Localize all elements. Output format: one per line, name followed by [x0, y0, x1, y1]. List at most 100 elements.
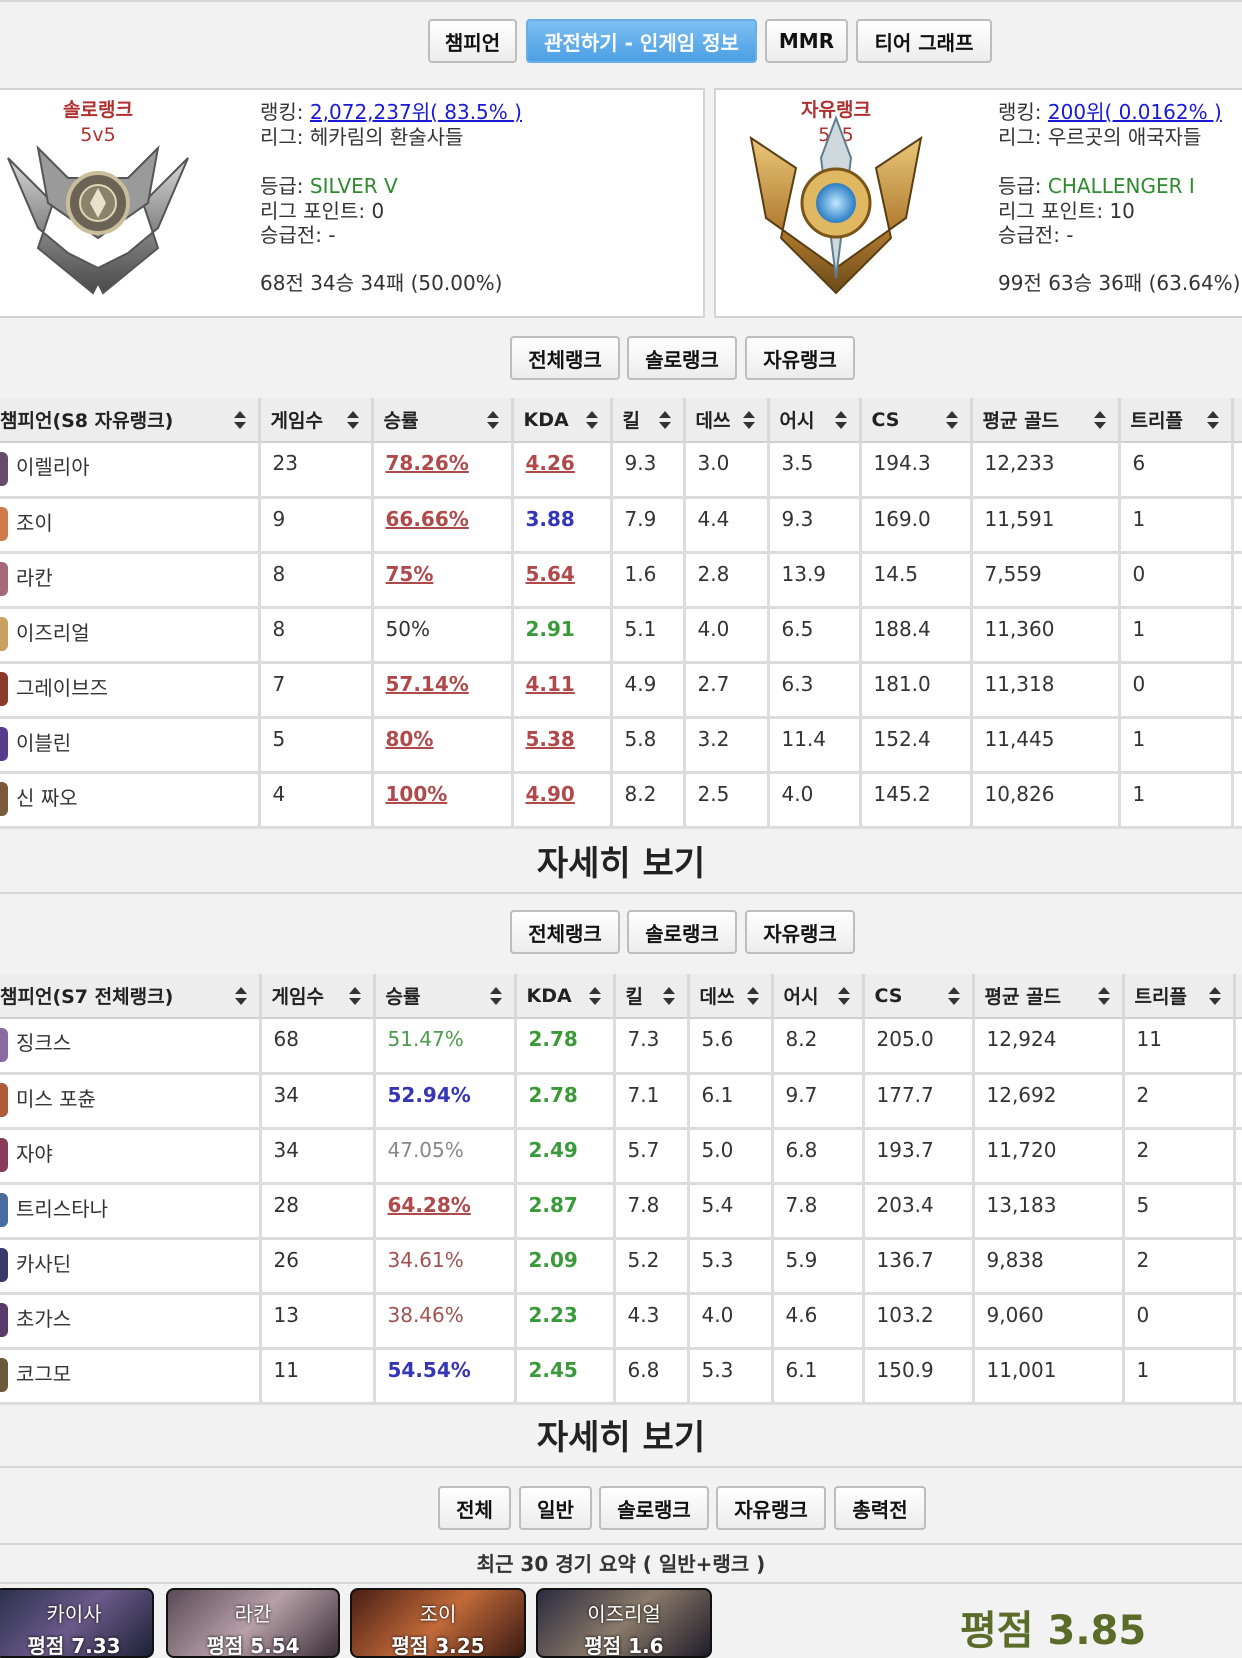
- tab-tier-graph[interactable]: 티어 그래프: [856, 19, 992, 63]
- tab-mmr[interactable]: MMR: [765, 19, 848, 63]
- column-header[interactable]: 게임수: [260, 974, 376, 1019]
- queue-tab-flex-2[interactable]: 자유랭크: [745, 910, 855, 954]
- champion-cell[interactable]: 자야: [0, 1128, 262, 1185]
- champion-cell[interactable]: 카사딘: [0, 1238, 262, 1295]
- column-header[interactable]: 챔피언(S7 전체랭크): [0, 974, 262, 1019]
- sort-icon[interactable]: [1208, 987, 1221, 1005]
- cell-kda[interactable]: 4.90: [526, 782, 575, 806]
- more-link-1[interactable]: 자세히 보기: [0, 836, 1242, 885]
- table-row[interactable]: 라칸 8 75% 5.64 1.6 2.8 13.9 14.5 7,559 0: [0, 552, 1242, 609]
- solo-ranking-link[interactable]: 2,072,237위: [310, 100, 430, 124]
- sort-icon[interactable]: [346, 411, 359, 429]
- flex-ranking-link[interactable]: 200위: [1048, 100, 1105, 124]
- cell-kda[interactable]: 4.11: [526, 672, 575, 696]
- game-tab-all[interactable]: 전체: [438, 1486, 511, 1530]
- sort-icon[interactable]: [1206, 411, 1219, 429]
- table-row[interactable]: 그레이브즈 7 57.14% 4.11 4.9 2.7 6.3 181.0 11,318 0: [0, 662, 1242, 719]
- sort-icon[interactable]: [588, 987, 601, 1005]
- champion-cell[interactable]: 이블린: [0, 717, 261, 774]
- table-row[interactable]: 조이 9 66.66% 3.88 7.9 4.4 9.3 169.0 11,591 1: [0, 497, 1242, 554]
- cell-kda[interactable]: 5.38: [526, 727, 575, 751]
- column-header[interactable]: 킬: [614, 974, 690, 1019]
- cell-wr[interactable]: 75%: [386, 562, 434, 586]
- sort-icon[interactable]: [945, 411, 958, 429]
- flex-ranking-pct[interactable]: ( 0.0162% ): [1104, 100, 1221, 124]
- champion-cell[interactable]: 신 짜오: [0, 772, 261, 829]
- sort-icon[interactable]: [742, 411, 755, 429]
- sort-icon[interactable]: [348, 987, 361, 1005]
- cell-wr[interactable]: 80%: [386, 727, 434, 751]
- solo-ranking-pct[interactable]: ( 83.5% ): [430, 100, 522, 124]
- column-header[interactable]: 승률: [374, 974, 517, 1019]
- queue-tab-all-2[interactable]: 전체랭크: [510, 910, 620, 954]
- table-row[interactable]: 신 짜오 4 100% 4.90 8.2 2.5 4.0 145.2 10,826 1: [0, 772, 1242, 829]
- game-tab-normal[interactable]: 일반: [519, 1486, 592, 1530]
- sort-icon[interactable]: [585, 411, 598, 429]
- sort-icon[interactable]: [837, 987, 850, 1005]
- champion-cell[interactable]: 이렐리아: [0, 442, 261, 499]
- champion-cell[interactable]: 코그모: [0, 1348, 262, 1405]
- sort-icon[interactable]: [489, 987, 502, 1005]
- table-row[interactable]: 이렐리아 23 78.26% 4.26 9.3 3.0 3.5 194.3 12,233 6: [0, 442, 1242, 499]
- table-row[interactable]: 코그모 11 54.54% 2.45 6.8 5.3 6.1 150.9 11,001 1: [0, 1348, 1242, 1405]
- table-row[interactable]: 징크스 68 51.47% 2.78 7.3 5.6 8.2 205.0 12,924 11: [0, 1018, 1242, 1075]
- table-row[interactable]: 초가스 13 38.46% 2.23 4.3 4.0 4.6 103.2 9,060 0: [0, 1293, 1242, 1350]
- more-link-2[interactable]: 자세히 보기: [0, 1410, 1242, 1459]
- sort-icon[interactable]: [662, 987, 675, 1005]
- cell-kda[interactable]: 5.64: [526, 562, 575, 586]
- column-header[interactable]: 킬: [611, 398, 686, 443]
- queue-tab-solo-2[interactable]: 솔로랭크: [627, 910, 737, 954]
- cell-wr[interactable]: 78.26%: [386, 451, 469, 475]
- game-tab-aram[interactable]: 총력전: [834, 1486, 926, 1530]
- champion-cell[interactable]: 초가스: [0, 1293, 262, 1350]
- cell-kda[interactable]: 4.26: [526, 451, 575, 475]
- column-header[interactable]: 데쓰: [684, 398, 770, 443]
- recent-champ-card[interactable]: 라칸 평점 5.54: [166, 1588, 340, 1658]
- recent-champ-card[interactable]: 조이 평점 3.25: [350, 1588, 526, 1658]
- table-row[interactable]: 이블린 5 80% 5.38 5.8 3.2 11.4 152.4 11,445 1: [0, 717, 1242, 774]
- table-row[interactable]: 자야 34 47.05% 2.49 5.7 5.0 6.8 193.7 11,720 2: [0, 1128, 1242, 1185]
- sort-icon[interactable]: [746, 987, 759, 1005]
- cell-wr[interactable]: 64.28%: [388, 1193, 471, 1217]
- column-header[interactable]: 평균 골드: [971, 398, 1121, 443]
- cell-wr[interactable]: 57.14%: [386, 672, 469, 696]
- game-tab-flex[interactable]: 자유랭크: [716, 1486, 826, 1530]
- queue-tab-solo-1[interactable]: 솔로랭크: [627, 336, 737, 380]
- champion-cell[interactable]: 라칸: [0, 552, 261, 609]
- sort-icon[interactable]: [234, 987, 247, 1005]
- table-row[interactable]: 트리스타나 28 64.28% 2.87 7.8 5.4 7.8 203.4 13,183 5: [0, 1183, 1242, 1240]
- sort-icon[interactable]: [834, 411, 847, 429]
- column-header[interactable]: 평균 골드: [973, 974, 1125, 1019]
- column-header[interactable]: 어시: [768, 398, 862, 443]
- sort-icon[interactable]: [1097, 987, 1110, 1005]
- cell-wr[interactable]: 66.66%: [386, 507, 469, 531]
- sort-icon[interactable]: [233, 411, 246, 429]
- sort-icon[interactable]: [1093, 411, 1106, 429]
- table-row[interactable]: 이즈리얼 8 50% 2.91 5.1 4.0 6.5 188.4 11,360 1: [0, 607, 1242, 664]
- table-row[interactable]: 카사딘 26 34.61% 2.09 5.2 5.3 5.9 136.7 9,838 2: [0, 1238, 1242, 1295]
- column-header[interactable]: 챔피언(S8 자유랭크): [0, 398, 261, 443]
- queue-tab-flex-1[interactable]: 자유랭크: [745, 336, 855, 380]
- column-header[interactable]: 데쓰: [688, 974, 774, 1019]
- column-header[interactable]: KDA: [512, 398, 613, 443]
- column-header[interactable]: 게임수: [259, 398, 374, 443]
- game-tab-solo[interactable]: 솔로랭크: [599, 1486, 709, 1530]
- column-header[interactable]: 트리플: [1119, 398, 1234, 443]
- champion-cell[interactable]: 미스 포츈: [0, 1073, 262, 1130]
- recent-champ-card[interactable]: 카이사 평점 7.33: [0, 1588, 154, 1658]
- column-header[interactable]: 트리플: [1123, 974, 1236, 1019]
- column-header[interactable]: CS: [863, 974, 975, 1019]
- champion-cell[interactable]: 트리스타나: [0, 1183, 262, 1240]
- champion-cell[interactable]: 그레이브즈: [0, 662, 261, 719]
- table-row[interactable]: 미스 포츈 34 52.94% 2.78 7.1 6.1 9.7 177.7 12,692 2: [0, 1073, 1242, 1130]
- sort-icon[interactable]: [486, 411, 499, 429]
- champion-cell[interactable]: 이즈리얼: [0, 607, 261, 664]
- column-header[interactable]: 승률: [372, 398, 514, 443]
- column-header[interactable]: 어시: [772, 974, 865, 1019]
- recent-champ-card[interactable]: 이즈리얼 평점 1.6: [536, 1588, 712, 1658]
- queue-tab-all-1[interactable]: 전체랭크: [510, 336, 620, 380]
- column-header[interactable]: CS: [860, 398, 973, 443]
- cell-wr[interactable]: 100%: [386, 782, 448, 806]
- sort-icon[interactable]: [947, 987, 960, 1005]
- tab-champion[interactable]: 챔피언: [428, 19, 517, 63]
